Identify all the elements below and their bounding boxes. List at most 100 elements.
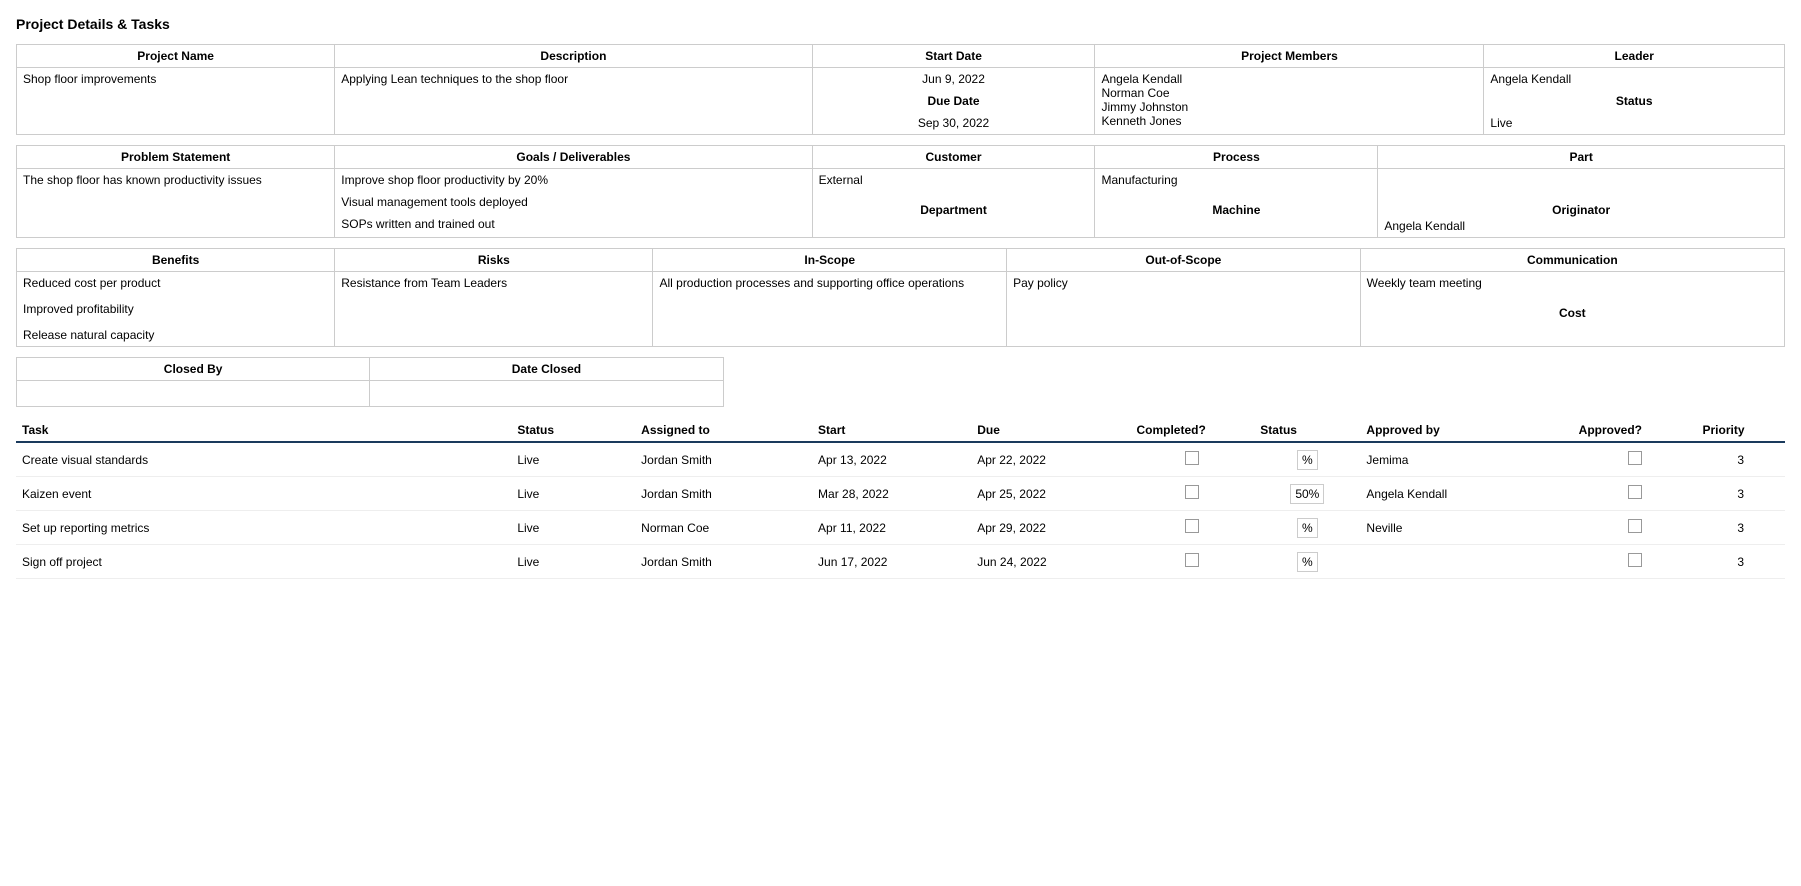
due-col-header: Due bbox=[971, 419, 1130, 442]
in-scope-value: All production processes and supporting … bbox=[653, 272, 1007, 347]
problem-statement-value: The shop floor has known productivity is… bbox=[17, 169, 335, 238]
due-date-label-cell: Due Date bbox=[812, 90, 1095, 112]
completed-checkbox[interactable] bbox=[1185, 519, 1199, 533]
due-date-value: Sep 30, 2022 bbox=[812, 112, 1095, 135]
col-header-start-date: Start Date bbox=[812, 45, 1095, 68]
benefits-section: Benefits Risks In-Scope Out-of-Scope Com… bbox=[16, 248, 1785, 347]
task-priority: 3 bbox=[1697, 442, 1786, 477]
task-assigned-to: Jordan Smith bbox=[635, 545, 812, 579]
date-closed-input[interactable] bbox=[370, 381, 723, 407]
task-approved-by bbox=[1360, 545, 1572, 579]
approved-checkbox[interactable] bbox=[1628, 553, 1642, 567]
status-percent-input[interactable]: % bbox=[1297, 518, 1318, 538]
task-status: Live bbox=[511, 442, 635, 477]
risks-value: Resistance from Team Leaders bbox=[335, 272, 653, 347]
task-start: Mar 28, 2022 bbox=[812, 477, 971, 511]
col-header-communication: Communication bbox=[1360, 249, 1784, 272]
task-completed-checkbox[interactable] bbox=[1130, 442, 1254, 477]
task-due: Apr 29, 2022 bbox=[971, 511, 1130, 545]
machine-cell: Machine bbox=[1095, 191, 1378, 238]
status-col-header: Status bbox=[511, 419, 635, 442]
col-header-customer: Customer bbox=[812, 146, 1095, 169]
status-label-cell: Status bbox=[1484, 90, 1785, 112]
task-assigned-to: Norman Coe bbox=[635, 511, 812, 545]
col-header-out-of-scope: Out-of-Scope bbox=[1007, 249, 1361, 272]
task-status-val[interactable]: % bbox=[1254, 442, 1360, 477]
completed-col-header: Completed? bbox=[1130, 419, 1254, 442]
col-header-in-scope: In-Scope bbox=[653, 249, 1007, 272]
task-status-val[interactable]: 50% bbox=[1254, 477, 1360, 511]
project-members-value: Angela Kendall Norman Coe Jimmy Johnston… bbox=[1095, 68, 1484, 135]
assigned-to-col-header: Assigned to bbox=[635, 419, 812, 442]
approved-checkbox[interactable] bbox=[1628, 451, 1642, 465]
project-details-section: Project Name Description Start Date Proj… bbox=[16, 44, 1785, 135]
page-title: Project Details & Tasks bbox=[16, 16, 1785, 32]
task-start: Apr 11, 2022 bbox=[812, 511, 971, 545]
col-header-date-closed: Date Closed bbox=[370, 358, 723, 381]
table-row: Set up reporting metrics Live Norman Coe… bbox=[16, 511, 1785, 545]
leader-value: Angela Kendall bbox=[1484, 68, 1785, 91]
col-header-leader: Leader bbox=[1484, 45, 1785, 68]
task-approved-checkbox[interactable] bbox=[1573, 477, 1697, 511]
task-status: Live bbox=[511, 477, 635, 511]
completed-checkbox[interactable] bbox=[1185, 485, 1199, 499]
customer-value: External bbox=[812, 169, 1095, 192]
task-priority: 3 bbox=[1697, 511, 1786, 545]
status-value: Live bbox=[1484, 112, 1785, 135]
task-approved-checkbox[interactable] bbox=[1573, 511, 1697, 545]
task-completed-checkbox[interactable] bbox=[1130, 511, 1254, 545]
task-approved-checkbox[interactable] bbox=[1573, 545, 1697, 579]
project-name-value: Shop floor improvements bbox=[17, 68, 335, 135]
start-col-header: Start bbox=[812, 419, 971, 442]
task-start: Apr 13, 2022 bbox=[812, 442, 971, 477]
approved-checkbox[interactable] bbox=[1628, 519, 1642, 533]
status-percent-input[interactable]: 50% bbox=[1290, 484, 1324, 504]
approved-checkbox[interactable] bbox=[1628, 485, 1642, 499]
completed-checkbox[interactable] bbox=[1185, 553, 1199, 567]
status-percent-input[interactable]: % bbox=[1297, 552, 1318, 572]
task-approved-by: Angela Kendall bbox=[1360, 477, 1572, 511]
col-header-risks: Risks bbox=[335, 249, 653, 272]
task-name: Create visual standards bbox=[16, 442, 511, 477]
col-header-goals: Goals / Deliverables bbox=[335, 146, 812, 169]
col-header-process: Process bbox=[1095, 146, 1378, 169]
task-status-val[interactable]: % bbox=[1254, 511, 1360, 545]
task-start: Jun 17, 2022 bbox=[812, 545, 971, 579]
closed-by-input[interactable] bbox=[17, 381, 370, 407]
task-priority: 3 bbox=[1697, 545, 1786, 579]
task-name: Set up reporting metrics bbox=[16, 511, 511, 545]
table-row: Create visual standards Live Jordan Smit… bbox=[16, 442, 1785, 477]
table-row: Sign off project Live Jordan Smith Jun 1… bbox=[16, 545, 1785, 579]
status-percent-input[interactable]: % bbox=[1297, 450, 1318, 470]
task-col-header: Task bbox=[16, 419, 511, 442]
process-value: Manufacturing bbox=[1095, 169, 1378, 192]
task-status-val[interactable]: % bbox=[1254, 545, 1360, 579]
task-completed-checkbox[interactable] bbox=[1130, 545, 1254, 579]
task-approved-checkbox[interactable] bbox=[1573, 442, 1697, 477]
task-due: Jun 24, 2022 bbox=[971, 545, 1130, 579]
cost-label: Cost bbox=[1367, 306, 1778, 320]
task-table: Task Status Assigned to Start Due Comple… bbox=[16, 419, 1785, 579]
col-header-benefits: Benefits bbox=[17, 249, 335, 272]
task-priority: 3 bbox=[1697, 477, 1786, 511]
task-approved-by: Jemima bbox=[1360, 442, 1572, 477]
status-col2-header: Status bbox=[1254, 419, 1360, 442]
originator-label: Originator bbox=[1384, 203, 1778, 217]
col-header-part: Part bbox=[1378, 146, 1785, 169]
col-header-description: Description bbox=[335, 45, 812, 68]
closed-section: Closed By Date Closed bbox=[16, 357, 724, 407]
completed-checkbox[interactable] bbox=[1185, 451, 1199, 465]
communication-value: Weekly team meeting Cost bbox=[1360, 272, 1784, 347]
priority-col-header: Priority bbox=[1697, 419, 1786, 442]
col-header-project-members: Project Members bbox=[1095, 45, 1484, 68]
task-completed-checkbox[interactable] bbox=[1130, 477, 1254, 511]
machine-label: Machine bbox=[1101, 203, 1371, 217]
task-due: Apr 25, 2022 bbox=[971, 477, 1130, 511]
task-assigned-to: Jordan Smith bbox=[635, 477, 812, 511]
start-date-value: Jun 9, 2022 bbox=[812, 68, 1095, 91]
col-header-problem-statement: Problem Statement bbox=[17, 146, 335, 169]
goals-value: Improve shop floor productivity by 20% V… bbox=[335, 169, 812, 238]
benefits-value: Reduced cost per product Improved profit… bbox=[17, 272, 335, 347]
table-row: Kaizen event Live Jordan Smith Mar 28, 2… bbox=[16, 477, 1785, 511]
department-cell: Department bbox=[812, 191, 1095, 238]
